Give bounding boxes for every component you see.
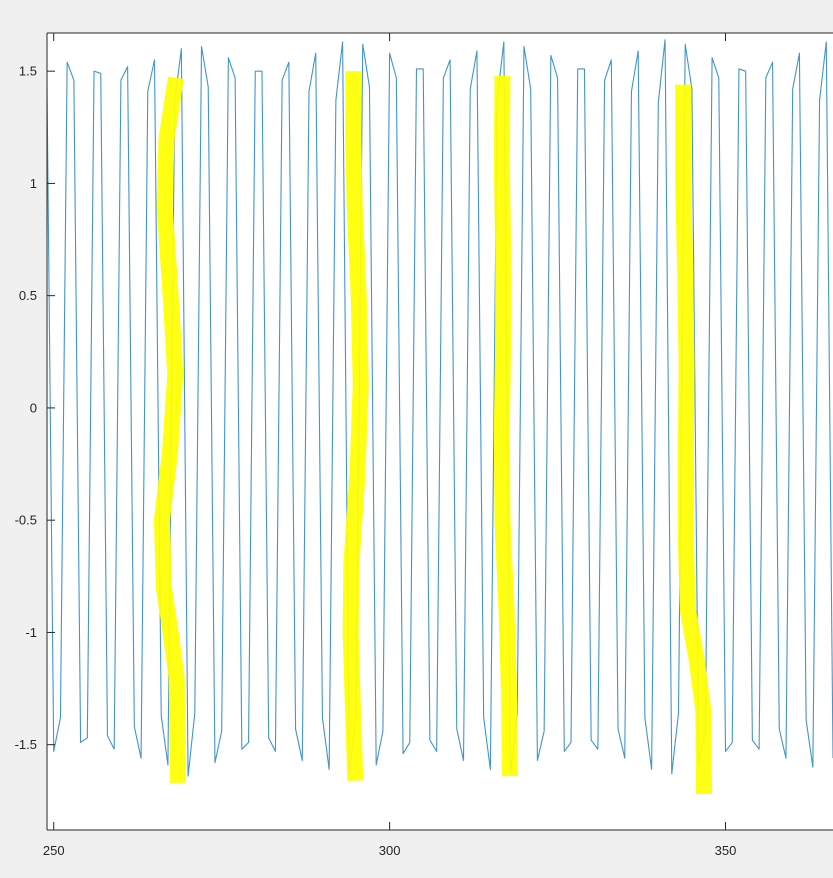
x-tick-label: 250 (43, 843, 65, 858)
y-tick-label: 1 (30, 176, 37, 191)
figure-window: 250 300 350 1.5 1 0.5 0 -0.5 -1 -1.5 (0, 0, 833, 878)
y-tick-label: -1 (25, 625, 37, 640)
highlight-annotation-2 (493, 75, 518, 777)
y-tick-label: 1.5 (19, 64, 37, 79)
y-tick-label: 0.5 (19, 288, 37, 303)
y-tick-label: -1.5 (15, 737, 37, 752)
x-tick-label: 300 (379, 843, 401, 858)
highlight-annotation-1 (342, 71, 369, 781)
line-plot[interactable]: 250 300 350 1.5 1 0.5 0 -0.5 -1 -1.5 (0, 0, 833, 878)
x-tick-label: 350 (715, 843, 737, 858)
y-tick-label: 0 (30, 400, 37, 415)
y-tick-label: -0.5 (15, 513, 37, 528)
